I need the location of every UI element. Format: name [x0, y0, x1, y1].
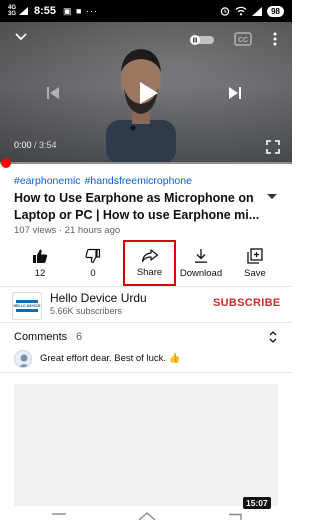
comments-heading: Comments — [14, 331, 68, 343]
alarm-icon — [220, 7, 230, 16]
hashtag-link[interactable]: #handsfreemicrophone — [85, 175, 192, 187]
clock: 8:55 — [34, 5, 57, 17]
channel-logo-text: HELLO DEVICE — [13, 304, 41, 308]
battery-indicator: 98 — [267, 5, 284, 17]
download-icon — [195, 248, 207, 263]
notification-icons: ▣ ■ ··· — [63, 5, 98, 16]
channel-row[interactable]: HELLO DEVICE Hello Device Urdu 5.66K sub… — [0, 286, 292, 322]
back-icon[interactable] — [228, 513, 242, 520]
like-count: 12 — [34, 267, 46, 279]
download-button[interactable]: Download — [177, 240, 225, 286]
chevron-down-icon[interactable] — [14, 32, 28, 42]
thumbs-down-icon — [85, 248, 101, 263]
dislike-count: 0 — [90, 267, 96, 279]
top-comment-text: Great effort dear. Best of luck. 👍 — [40, 353, 181, 364]
channel-name[interactable]: Hello Device Urdu — [50, 291, 147, 305]
avatar-stripe — [16, 309, 38, 312]
current-time: 0:00 — [14, 140, 32, 150]
share-label: Share — [136, 266, 163, 278]
commenter-avatar[interactable] — [14, 350, 32, 368]
progress-scrubber[interactable] — [1, 158, 11, 168]
like-button[interactable]: 12 — [16, 240, 64, 286]
hashtag-list: #earphonemic #handsfreemicrophone — [14, 175, 196, 187]
time-separator: / — [31, 140, 40, 150]
avatar-stripe — [16, 300, 38, 303]
home-icon[interactable] — [138, 512, 156, 520]
player-timecode: 0:00 / 3:54 — [14, 140, 57, 150]
action-bar: 12 0 Share Download Save — [0, 240, 292, 286]
channel-avatar[interactable]: HELLO DEVICE — [12, 292, 42, 320]
next-icon[interactable] — [226, 84, 244, 102]
video-title[interactable]: How to Use Earphone as Microphone on Lap… — [14, 190, 264, 224]
network-type-2: 3G — [8, 11, 17, 17]
comments-count: 6 — [76, 331, 83, 343]
autoplay-toggle-icon[interactable] — [188, 34, 216, 46]
save-label: Save — [244, 267, 266, 279]
save-button[interactable]: Save — [231, 240, 279, 286]
previous-icon[interactable] — [44, 84, 62, 102]
subscriber-count: 5.66K subscribers — [50, 306, 123, 316]
status-bar: 4G 3G 8:55 ▣ ■ ··· 98 — [0, 0, 292, 22]
next-video-thumbnail[interactable] — [14, 384, 278, 506]
subscribe-button[interactable]: SUBSCRIBE — [213, 297, 281, 309]
progress-bar[interactable] — [0, 162, 292, 164]
recents-icon[interactable] — [52, 513, 66, 519]
thumbs-up-icon — [33, 249, 48, 263]
fullscreen-icon[interactable] — [266, 140, 280, 154]
next-video-duration: 15:07 — [243, 497, 271, 509]
comments-section[interactable]: Comments 6 Great effort dear. Best of lu… — [0, 322, 292, 372]
add-to-playlist-icon — [247, 247, 263, 264]
expand-comments-icon[interactable] — [268, 330, 278, 344]
video-meta: 107 views · 21 hours ago — [14, 225, 121, 236]
expand-description-icon[interactable] — [265, 192, 279, 202]
user-icon — [18, 354, 30, 367]
svg-text:CC: CC — [238, 37, 248, 44]
play-icon[interactable] — [132, 78, 162, 108]
wifi-icon — [235, 6, 247, 16]
more-vert-icon[interactable] — [272, 32, 278, 46]
network-indicator: 4G 3G — [8, 5, 16, 17]
system-nav-bar — [0, 510, 292, 520]
hashtag-link[interactable]: #earphonemic — [14, 175, 81, 187]
download-label: Download — [179, 267, 223, 279]
signal-icon — [19, 7, 29, 15]
dislike-button[interactable]: 0 — [69, 240, 117, 286]
video-duration: 3:54 — [39, 140, 57, 150]
video-player[interactable]: CC 0:00 / 3:54 — [0, 22, 292, 164]
share-button[interactable]: Share — [123, 240, 176, 286]
share-arrow-icon — [141, 248, 158, 262]
signal-bars-icon — [252, 6, 263, 16]
divider — [0, 372, 292, 373]
captions-icon[interactable]: CC — [234, 32, 252, 46]
